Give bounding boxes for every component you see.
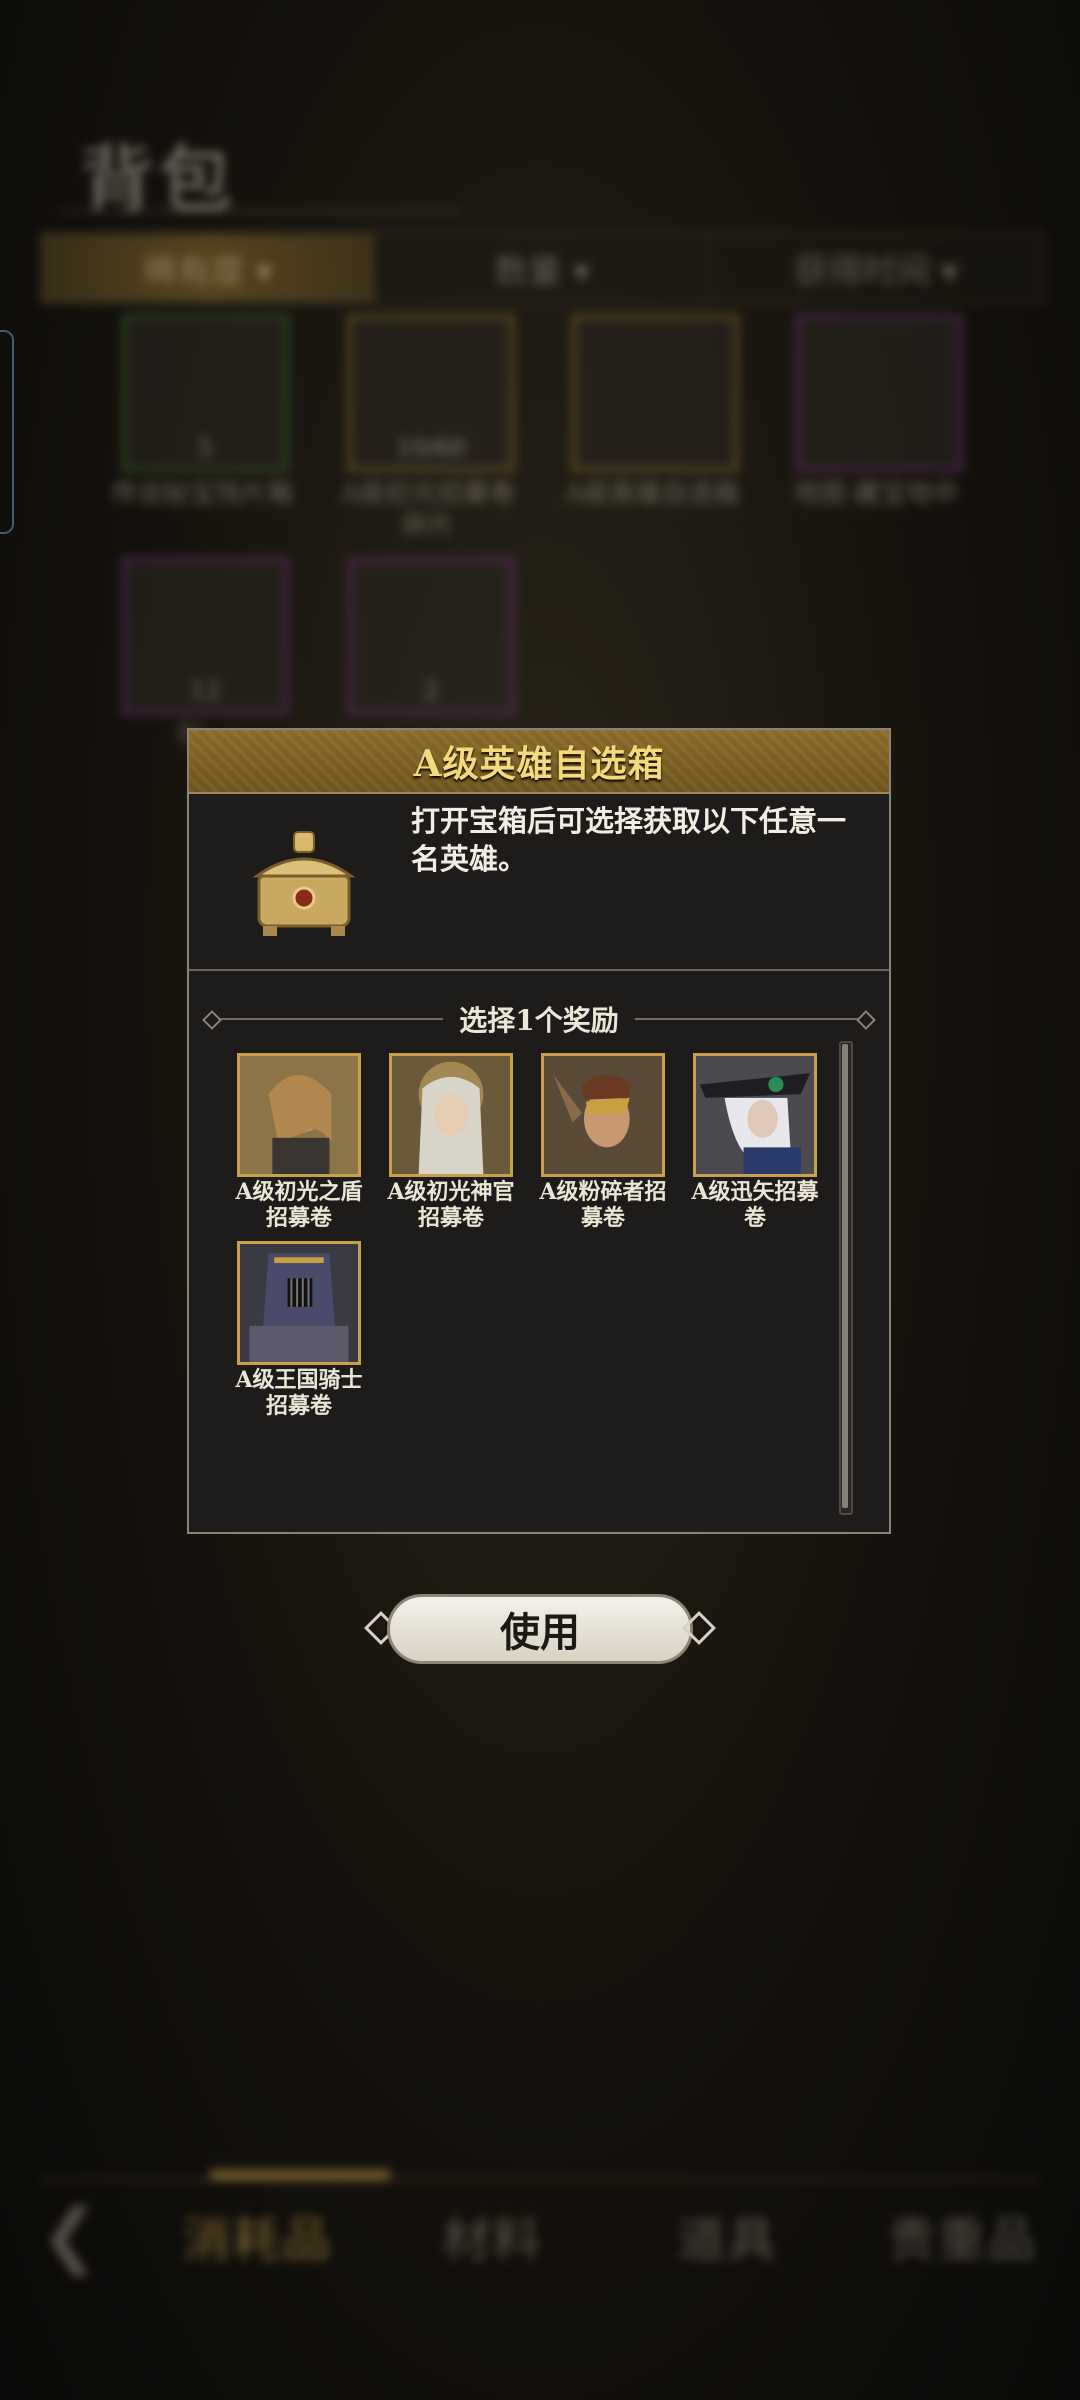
inventory-item[interactable]: 12	[122, 558, 288, 714]
nav-tab-props[interactable]: 道具	[610, 2200, 845, 2270]
bottom-divider	[40, 2178, 1040, 2181]
item-label: A级初光招募卷碎片	[340, 479, 516, 541]
sort-tab-quantity[interactable]: 数量 ▾	[376, 234, 710, 302]
item-count: 2	[423, 677, 439, 705]
reward-label: A级粉碎者招募卷	[539, 1179, 667, 1231]
reward-label: A级王国骑士招募卷	[235, 1367, 363, 1419]
reward-option[interactable]: A级粉碎者招募卷	[537, 1053, 669, 1231]
nav-tab-consumables[interactable]: 消耗品	[140, 2200, 375, 2270]
hero-portrait-priest-icon[interactable]	[389, 1053, 513, 1177]
scrollbar-thumb[interactable]	[842, 1044, 848, 1508]
inventory-item[interactable]	[572, 315, 738, 471]
hero-portrait-knight-icon[interactable]	[237, 1241, 361, 1365]
chest-dialog: A级英雄自选箱 打开宝箱后可选择获取以下任意一名英雄。 选择1个奖励 A级初光之…	[187, 728, 891, 1534]
use-button[interactable]: 使用	[387, 1594, 693, 1664]
item-count: 5	[197, 434, 213, 462]
hero-portrait-archer-icon[interactable]	[693, 1053, 817, 1177]
item-description: 打开宝箱后可选择获取以下任意一名英雄。	[411, 804, 847, 876]
nav-tab-valuables[interactable]: 贵重品	[845, 2200, 1080, 2270]
item-label: 地图·藏宝地中	[793, 479, 959, 509]
sort-tab-rarity[interactable]: 稀有度 ▾	[42, 234, 376, 302]
item-count: 10/60	[396, 434, 466, 462]
dialog-title: A级英雄自选箱	[413, 743, 665, 785]
dialog-header: A级英雄自选箱	[189, 730, 889, 794]
reward-header: 选择1个奖励	[209, 999, 870, 1039]
inventory-item[interactable]: 5	[122, 315, 288, 471]
bottom-nav[interactable]: ❮ 消耗品 材料 道具 贵重品	[0, 2185, 1080, 2285]
back-arrow-icon[interactable]: ❮	[0, 2194, 140, 2276]
reward-label: A级初光神官招募卷	[387, 1179, 515, 1231]
reward-option[interactable]: A级初光之盾招募卷	[233, 1053, 365, 1231]
reward-label: A级迅矢招募卷	[691, 1179, 819, 1231]
item-info: 打开宝箱后可选择获取以下任意一名英雄。	[189, 794, 889, 971]
reward-scrollbar[interactable]	[839, 1041, 853, 1515]
item-count: 12	[189, 677, 221, 705]
title-underline	[60, 210, 460, 212]
item-label: A级英雄自选箱	[564, 479, 740, 509]
reward-option[interactable]: A级初光神官招募卷	[385, 1053, 517, 1231]
inventory-item[interactable]: 2	[348, 558, 514, 714]
reward-section-title: 选择1个奖励	[459, 1004, 619, 1037]
sort-bar[interactable]: 稀有度 ▾ 数量 ▾ 获得时间 ▾	[40, 232, 1044, 304]
sort-tab-time[interactable]: 获得时间 ▾	[710, 234, 1042, 302]
hero-portrait-shield-icon[interactable]	[237, 1053, 361, 1177]
nav-tab-materials[interactable]: 材料	[375, 2200, 610, 2270]
side-handle[interactable]	[0, 330, 14, 534]
reward-option[interactable]: A级迅矢招募卷	[689, 1053, 821, 1231]
treasure-chest-icon	[252, 831, 356, 936]
item-label: 传说秘宝残片箱	[110, 479, 293, 509]
inventory-item[interactable]	[796, 315, 962, 471]
divider-ornament-left	[209, 1018, 444, 1020]
reward-grid: A级初光之盾招募卷 A级初光神官招募卷 A级粉碎者招募卷 A级迅矢招募卷 A级王…	[233, 1053, 819, 1419]
inventory-item[interactable]: 10/60	[348, 315, 514, 471]
use-button-wrap: 使用	[364, 1594, 716, 1668]
reward-label: A级初光之盾招募卷	[235, 1179, 363, 1231]
divider-ornament-right	[634, 1018, 870, 1020]
hero-portrait-crusher-icon[interactable]	[541, 1053, 665, 1177]
active-tab-glow	[210, 2170, 390, 2180]
reward-option[interactable]: A级王国骑士招募卷	[233, 1241, 365, 1419]
